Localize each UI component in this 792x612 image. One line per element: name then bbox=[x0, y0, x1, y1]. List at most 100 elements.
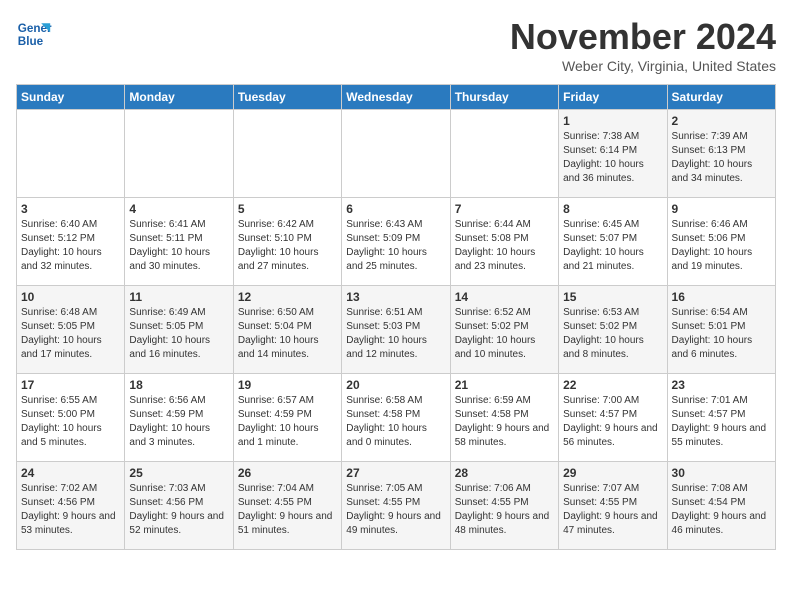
svg-text:Blue: Blue bbox=[18, 35, 44, 48]
day-number: 25 bbox=[129, 466, 228, 480]
day-cell: 13 Sunrise: 6:51 AM Sunset: 5:03 PM Dayli… bbox=[342, 286, 450, 374]
logo: General Blue bbox=[16, 16, 52, 52]
day-cell: 14 Sunrise: 6:52 AM Sunset: 5:02 PM Dayli… bbox=[450, 286, 558, 374]
day-cell: 12 Sunrise: 6:50 AM Sunset: 5:04 PM Dayli… bbox=[233, 286, 341, 374]
day-number: 9 bbox=[672, 202, 771, 216]
day-cell: 30 Sunrise: 7:08 AM Sunset: 4:54 PM Dayli… bbox=[667, 462, 775, 550]
day-cell: 11 Sunrise: 6:49 AM Sunset: 5:05 PM Dayli… bbox=[125, 286, 233, 374]
title-area: November 2024 Weber City, Virginia, Unit… bbox=[510, 16, 776, 74]
day-cell: 8 Sunrise: 6:45 AM Sunset: 5:07 PM Daylig… bbox=[559, 198, 667, 286]
day-cell bbox=[125, 110, 233, 198]
day-header-thursday: Thursday bbox=[450, 85, 558, 110]
day-number: 12 bbox=[238, 290, 337, 304]
day-cell: 28Sunrise: 7:06 AM Sunset: 4:55 PM Dayli… bbox=[450, 462, 558, 550]
day-info: Sunrise: 7:08 AM Sunset: 4:54 PM Dayligh… bbox=[672, 482, 771, 538]
day-info: Sunrise: 7:00 AM Sunset: 4:57 PM Dayligh… bbox=[563, 394, 662, 450]
day-info: Sunrise: 6:57 AM Sunset: 4:59 PM Dayligh… bbox=[238, 394, 337, 450]
day-info: Sunrise: 6:42 AM Sunset: 5:10 PM Dayligh… bbox=[238, 218, 337, 274]
day-info: Sunrise: 6:41 AM Sunset: 5:11 PM Dayligh… bbox=[129, 218, 228, 274]
day-info: Sunrise: 7:07 AM Sunset: 4:55 PM Dayligh… bbox=[563, 482, 662, 538]
day-cell: 18Sunrise: 6:56 AM Sunset: 4:59 PM Dayli… bbox=[125, 374, 233, 462]
day-info: Sunrise: 7:04 AM Sunset: 4:55 PM Dayligh… bbox=[238, 482, 337, 538]
day-cell: 24 Sunrise: 7:02 AM Sunset: 4:56 PM Dayli… bbox=[17, 462, 125, 550]
day-cell: 9 Sunrise: 6:46 AM Sunset: 5:06 PM Daylig… bbox=[667, 198, 775, 286]
calendar-subtitle: Weber City, Virginia, United States bbox=[510, 58, 776, 74]
day-number: 15 bbox=[563, 290, 662, 304]
day-number: 30 bbox=[672, 466, 771, 480]
day-cell bbox=[17, 110, 125, 198]
day-info: Sunrise: 6:43 AM Sunset: 5:09 PM Dayligh… bbox=[346, 218, 445, 274]
day-info: Sunrise: 7:01 AM Sunset: 4:57 PM Dayligh… bbox=[672, 394, 771, 450]
day-number: 8 bbox=[563, 202, 662, 216]
day-number: 16 bbox=[672, 290, 771, 304]
day-info: Sunrise: 6:50 AM Sunset: 5:04 PM Dayligh… bbox=[238, 306, 337, 362]
day-info: Sunrise: 6:52 AM Sunset: 5:02 PM Dayligh… bbox=[455, 306, 554, 362]
day-cell: 10 Sunrise: 6:48 AM Sunset: 5:05 PM Dayli… bbox=[17, 286, 125, 374]
day-cell: 5 Sunrise: 6:42 AM Sunset: 5:10 PM Daylig… bbox=[233, 198, 341, 286]
day-cell: 23Sunrise: 7:01 AM Sunset: 4:57 PM Dayli… bbox=[667, 374, 775, 462]
day-number: 24 bbox=[21, 466, 120, 480]
calendar-title: November 2024 bbox=[510, 16, 776, 58]
day-number: 29 bbox=[563, 466, 662, 480]
day-cell: 16Sunrise: 6:54 AM Sunset: 5:01 PM Dayli… bbox=[667, 286, 775, 374]
day-number: 27 bbox=[346, 466, 445, 480]
day-header-friday: Friday bbox=[559, 85, 667, 110]
day-cell: 2 Sunrise: 7:39 AM Sunset: 6:13 PM Daylig… bbox=[667, 110, 775, 198]
day-info: Sunrise: 6:48 AM Sunset: 5:05 PM Dayligh… bbox=[21, 306, 120, 362]
day-number: 7 bbox=[455, 202, 554, 216]
day-cell: 3 Sunrise: 6:40 AM Sunset: 5:12 PM Daylig… bbox=[17, 198, 125, 286]
day-cell: 1 Sunrise: 7:38 AM Sunset: 6:14 PM Daylig… bbox=[559, 110, 667, 198]
day-number: 10 bbox=[21, 290, 120, 304]
day-number: 11 bbox=[129, 290, 228, 304]
day-info: Sunrise: 7:06 AM Sunset: 4:55 PM Dayligh… bbox=[455, 482, 554, 538]
week-row-2: 3 Sunrise: 6:40 AM Sunset: 5:12 PM Daylig… bbox=[17, 198, 776, 286]
day-cell: 26 Sunrise: 7:04 AM Sunset: 4:55 PM Dayli… bbox=[233, 462, 341, 550]
day-header-monday: Monday bbox=[125, 85, 233, 110]
day-cell: 17Sunrise: 6:55 AM Sunset: 5:00 PM Dayli… bbox=[17, 374, 125, 462]
day-info: Sunrise: 6:59 AM Sunset: 4:58 PM Dayligh… bbox=[455, 394, 554, 450]
logo-icon: General Blue bbox=[16, 16, 52, 52]
day-number: 13 bbox=[346, 290, 445, 304]
day-cell: 19Sunrise: 6:57 AM Sunset: 4:59 PM Dayli… bbox=[233, 374, 341, 462]
day-info: Sunrise: 6:53 AM Sunset: 5:02 PM Dayligh… bbox=[563, 306, 662, 362]
day-number: 17 bbox=[21, 378, 120, 392]
day-number: 14 bbox=[455, 290, 554, 304]
day-info: Sunrise: 6:40 AM Sunset: 5:12 PM Dayligh… bbox=[21, 218, 120, 274]
day-cell: 6 Sunrise: 6:43 AM Sunset: 5:09 PM Daylig… bbox=[342, 198, 450, 286]
day-number: 26 bbox=[238, 466, 337, 480]
day-info: Sunrise: 6:45 AM Sunset: 5:07 PM Dayligh… bbox=[563, 218, 662, 274]
day-info: Sunrise: 6:44 AM Sunset: 5:08 PM Dayligh… bbox=[455, 218, 554, 274]
week-row-3: 10 Sunrise: 6:48 AM Sunset: 5:05 PM Dayli… bbox=[17, 286, 776, 374]
day-number: 5 bbox=[238, 202, 337, 216]
day-info: Sunrise: 6:51 AM Sunset: 5:03 PM Dayligh… bbox=[346, 306, 445, 362]
day-info: Sunrise: 7:39 AM Sunset: 6:13 PM Dayligh… bbox=[672, 130, 771, 186]
day-number: 1 bbox=[563, 114, 662, 128]
day-cell: 25 Sunrise: 7:03 AM Sunset: 4:56 PM Dayli… bbox=[125, 462, 233, 550]
day-number: 21 bbox=[455, 378, 554, 392]
day-cell bbox=[450, 110, 558, 198]
day-cell: 15 Sunrise: 6:53 AM Sunset: 5:02 PM Dayli… bbox=[559, 286, 667, 374]
day-info: Sunrise: 7:05 AM Sunset: 4:55 PM Dayligh… bbox=[346, 482, 445, 538]
day-header-saturday: Saturday bbox=[667, 85, 775, 110]
day-cell: 4Sunrise: 6:41 AM Sunset: 5:11 PM Daylig… bbox=[125, 198, 233, 286]
day-header-tuesday: Tuesday bbox=[233, 85, 341, 110]
day-number: 3 bbox=[21, 202, 120, 216]
day-cell: 27 Sunrise: 7:05 AM Sunset: 4:55 PM Dayli… bbox=[342, 462, 450, 550]
day-info: Sunrise: 7:02 AM Sunset: 4:56 PM Dayligh… bbox=[21, 482, 120, 538]
day-number: 18 bbox=[129, 378, 228, 392]
week-row-5: 24 Sunrise: 7:02 AM Sunset: 4:56 PM Dayli… bbox=[17, 462, 776, 550]
day-header-wednesday: Wednesday bbox=[342, 85, 450, 110]
day-number: 20 bbox=[346, 378, 445, 392]
day-cell: 29 Sunrise: 7:07 AM Sunset: 4:55 PM Dayli… bbox=[559, 462, 667, 550]
day-info: Sunrise: 7:38 AM Sunset: 6:14 PM Dayligh… bbox=[563, 130, 662, 186]
day-cell: 7 Sunrise: 6:44 AM Sunset: 5:08 PM Daylig… bbox=[450, 198, 558, 286]
day-info: Sunrise: 7:03 AM Sunset: 4:56 PM Dayligh… bbox=[129, 482, 228, 538]
week-row-1: 1 Sunrise: 7:38 AM Sunset: 6:14 PM Daylig… bbox=[17, 110, 776, 198]
day-header-sunday: Sunday bbox=[17, 85, 125, 110]
day-info: Sunrise: 6:49 AM Sunset: 5:05 PM Dayligh… bbox=[129, 306, 228, 362]
day-number: 6 bbox=[346, 202, 445, 216]
day-cell: 20Sunrise: 6:58 AM Sunset: 4:58 PM Dayli… bbox=[342, 374, 450, 462]
day-number: 2 bbox=[672, 114, 771, 128]
day-info: Sunrise: 6:46 AM Sunset: 5:06 PM Dayligh… bbox=[672, 218, 771, 274]
day-cell bbox=[233, 110, 341, 198]
